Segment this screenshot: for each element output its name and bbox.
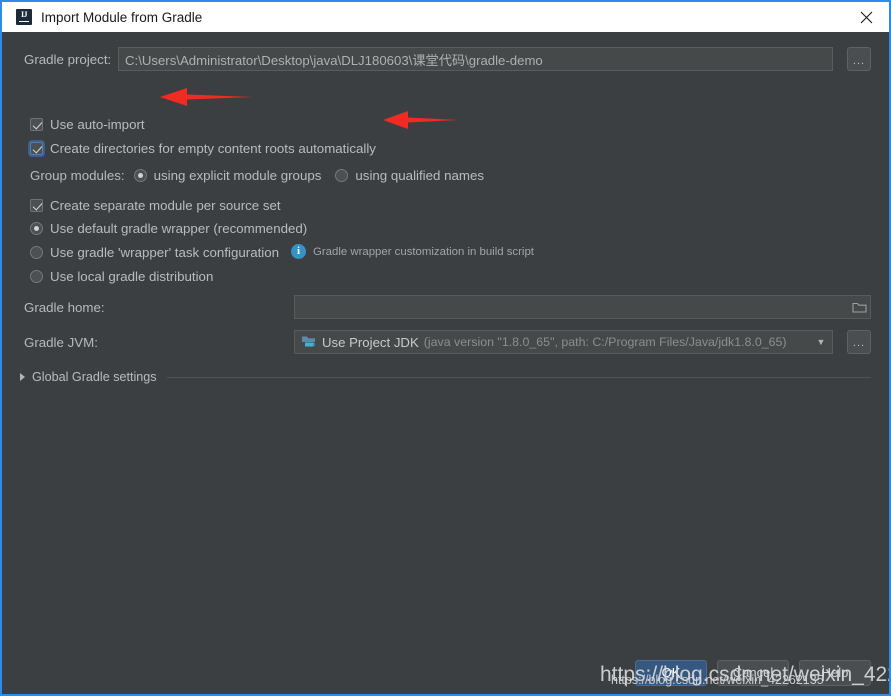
gradle-home-field[interactable] <box>294 295 871 319</box>
arrow-use-auto-import <box>160 88 252 106</box>
radio-label-qualified-names: using qualified names <box>355 168 485 183</box>
gradle-jvm-selected-value: Use Project JDK <box>322 334 419 350</box>
checkbox-box-create-directories[interactable] <box>30 142 43 155</box>
gradle-jvm-selected-detail: (java version "1.8.0_65", path: C:/Progr… <box>423 335 787 349</box>
radio-box-qualified-names[interactable] <box>335 169 349 182</box>
radio-box-explicit-groups[interactable] <box>133 169 147 182</box>
radio-label-explicit-groups: using explicit module groups <box>153 168 322 183</box>
checkbox-label-create-directories: Create directories for empty content roo… <box>50 141 376 156</box>
gradle-jvm-browse-button[interactable]: ... <box>847 330 871 354</box>
checkbox-create-directories[interactable]: Create directories for empty content roo… <box>30 141 376 156</box>
radio-using-explicit-module-groups[interactable]: using explicit module groups <box>133 168 322 183</box>
gradle-home-input[interactable] <box>295 296 848 318</box>
ok-button[interactable]: OK <box>635 660 707 686</box>
jdk-icon <box>301 335 316 349</box>
checkbox-box-separate-module[interactable] <box>30 199 43 212</box>
dialog-button-bar: OK Cancel Help <box>635 660 871 686</box>
gradle-wrapper-hint-text: Gradle wrapper customization in build sc… <box>313 245 534 258</box>
radio-label-default-wrapper: Use default gradle wrapper (recommended) <box>50 221 308 236</box>
chevron-right-icon[interactable] <box>20 373 25 381</box>
radio-box-default-wrapper[interactable] <box>30 222 43 235</box>
radio-default-gradle-wrapper[interactable]: Use default gradle wrapper (recommended) <box>30 221 307 236</box>
radio-label-wrapper-task-config: Use gradle 'wrapper' task configuration <box>50 245 280 260</box>
title-bar: Import Module from Gradle <box>2 2 889 32</box>
global-gradle-settings-label: Global Gradle settings <box>32 370 157 384</box>
checkbox-label-use-auto-import: Use auto-import <box>50 117 145 132</box>
gradle-home-row: Gradle home: <box>24 294 871 320</box>
gradle-jvm-row: Gradle JVM: Use Project JDK (java versio… <box>24 329 871 355</box>
gradle-jvm-label: Gradle JVM: <box>24 334 98 350</box>
gradle-project-browse-button[interactable]: ... <box>847 47 871 71</box>
intellij-idea-icon <box>16 9 32 25</box>
radio-gradle-wrapper-task-config[interactable]: Use gradle 'wrapper' task configuration <box>30 245 279 260</box>
gradle-wrapper-hint: i Gradle wrapper customization in build … <box>291 244 534 259</box>
gradle-jvm-combobox[interactable]: Use Project JDK (java version "1.8.0_65"… <box>294 330 833 354</box>
gradle-project-label: Gradle project: <box>24 51 112 67</box>
radio-using-qualified-names[interactable]: using qualified names <box>335 168 484 183</box>
radio-label-local-distribution: Use local gradle distribution <box>50 269 214 284</box>
checkbox-box-use-auto-import[interactable] <box>30 118 43 131</box>
checkbox-label-separate-module: Create separate module per source set <box>50 198 281 213</box>
checkbox-create-separate-module[interactable]: Create separate module per source set <box>30 198 281 213</box>
close-icon[interactable] <box>843 2 889 32</box>
arrow-create-directories <box>383 111 458 129</box>
window-title: Import Module from Gradle <box>41 9 203 25</box>
group-modules-label: Group modules: <box>30 168 125 183</box>
folder-icon[interactable] <box>848 296 870 318</box>
gradle-project-input[interactable] <box>118 47 833 71</box>
checkbox-use-auto-import[interactable]: Use auto-import <box>30 117 145 132</box>
radio-box-local-distribution[interactable] <box>30 270 43 283</box>
help-button[interactable]: Help <box>799 660 871 686</box>
gradle-project-row: Gradle project: ... <box>24 46 871 72</box>
radio-local-gradle-distribution[interactable]: Use local gradle distribution <box>30 269 213 284</box>
gradle-home-label: Gradle home: <box>24 299 105 315</box>
import-module-from-gradle-dialog: Import Module from Gradle Gradle project… <box>0 0 891 696</box>
cancel-button[interactable]: Cancel <box>717 660 789 686</box>
chevron-down-icon[interactable]: ▼ <box>810 337 832 347</box>
info-icon[interactable]: i <box>291 244 306 259</box>
separator-line <box>166 376 871 378</box>
global-gradle-settings-toggle[interactable]: Global Gradle settings <box>20 368 871 386</box>
group-modules-row: Group modules: using explicit module gro… <box>30 168 498 183</box>
radio-box-wrapper-task-config[interactable] <box>30 246 43 259</box>
